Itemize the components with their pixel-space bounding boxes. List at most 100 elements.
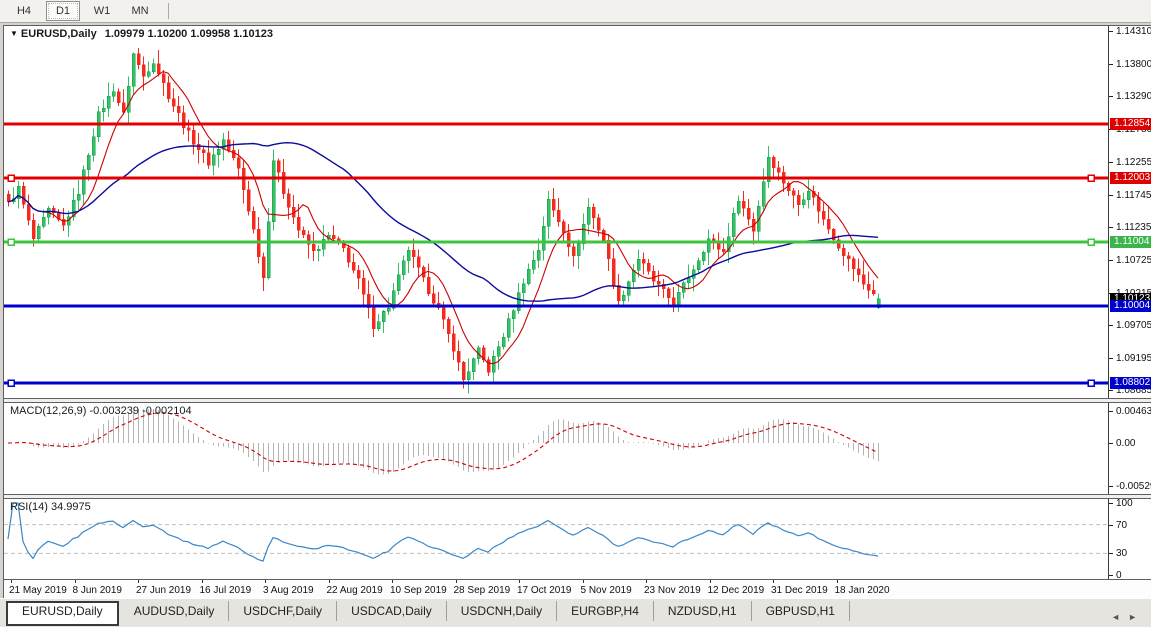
date-label: 27 Jun 2019 <box>136 585 192 596</box>
mt4-window: H4 D1 W1 MN ▼ EURUSD,Daily 1.09979 1.10200 1.… <box>0 0 1151 627</box>
price-tick-label: 1.13800 <box>1116 59 1151 70</box>
macd-axis-label: 0.00463 <box>1116 406 1151 417</box>
tab-scroll-arrows: ◄► <box>1111 612 1145 622</box>
price-axis[interactable]: 1.143101.138001.132901.127801.122551.117… <box>1108 26 1151 398</box>
macd-axis[interactable]: 0.00463 0.00 -0.00529 <box>1108 403 1151 494</box>
date-label: 12 Dec 2019 <box>707 585 765 596</box>
date-tick-mark <box>646 580 647 583</box>
axis-tick-mark <box>1109 553 1113 554</box>
axis-tick-mark <box>1109 575 1113 576</box>
timeframe-button-h4[interactable]: H4 <box>8 2 40 20</box>
chart-tab-nzdusd-h1[interactable]: NZDUSD,H1 <box>654 601 752 621</box>
date-label: 28 Sep 2019 <box>453 585 511 596</box>
rsi-axis-label: 70 <box>1116 520 1128 531</box>
chart-tabs-bar: EURUSD,Daily AUDUSD,Daily USDCHF,Daily USDC… <box>0 598 1151 627</box>
axis-tick-mark <box>1109 96 1113 97</box>
rsi-pane[interactable]: RSI(14) 34.9975 <box>4 499 1108 579</box>
date-label: 8 Jun 2019 <box>72 585 123 596</box>
timeframe-button-d1[interactable]: D1 <box>46 1 80 21</box>
chart-tab-usdchf-daily[interactable]: USDCHF,Daily <box>229 601 338 621</box>
date-tick-mark <box>11 580 12 583</box>
axis-tick-mark <box>1109 503 1113 504</box>
macd-axis-label: 0.00 <box>1116 438 1136 449</box>
date-label: 22 Aug 2019 <box>326 585 383 596</box>
axis-tick-mark <box>1109 31 1113 32</box>
rsi-chart[interactable] <box>4 499 1108 579</box>
toolbar-separator <box>168 3 169 19</box>
axis-tick-mark <box>1109 195 1113 196</box>
date-tick-mark <box>773 580 774 583</box>
timeframe-toolbar: H4 D1 W1 MN <box>0 0 1151 23</box>
price-tick-label: 1.12255 <box>1116 157 1151 168</box>
price-level-chip: 1.08802 <box>1110 377 1151 389</box>
chart-window: ▼ EURUSD,Daily 1.09979 1.10200 1.09958 1.1… <box>3 25 1151 603</box>
timeframe-button-w1[interactable]: W1 <box>86 2 118 20</box>
rsi-label: RSI(14) 34.9975 <box>10 501 91 513</box>
macd-row: MACD(12,26,9) -0.003239 -0.002104 0.0046… <box>4 403 1151 494</box>
price-tick-label: 1.11235 <box>1116 222 1151 233</box>
axis-tick-mark <box>1109 325 1113 326</box>
macd-label: MACD(12,26,9) -0.003239 -0.002104 <box>10 405 192 417</box>
axis-tick-mark <box>1109 390 1113 391</box>
date-tick-mark <box>519 580 520 583</box>
price-level-chip: 1.10004 <box>1110 300 1151 312</box>
date-label: 5 Nov 2019 <box>580 585 632 596</box>
price-tick-label: 1.11745 <box>1116 190 1151 201</box>
chart-tab-eurgbp-h4[interactable]: EURGBP,H4 <box>557 601 654 621</box>
axis-tick-mark <box>1109 411 1113 412</box>
timeframe-button-mn[interactable]: MN <box>124 2 156 20</box>
macd-pane[interactable]: MACD(12,26,9) -0.003239 -0.002104 <box>4 403 1108 494</box>
tab-scroll-right-icon[interactable]: ► <box>1128 612 1145 622</box>
candlestick-chart[interactable] <box>4 26 1108 398</box>
price-tick-label: 1.13290 <box>1116 91 1151 102</box>
price-tick-label: 1.09705 <box>1116 320 1151 331</box>
rsi-axis-label: 100 <box>1116 499 1133 509</box>
date-label: 31 Dec 2019 <box>771 585 828 596</box>
price-chart-row: ▼ EURUSD,Daily 1.09979 1.10200 1.09958 1.1… <box>4 26 1151 398</box>
date-tick-mark <box>709 580 711 583</box>
rsi-row: RSI(14) 34.9975 100 70 30 0 <box>4 499 1151 579</box>
date-tick-mark <box>74 580 76 583</box>
chart-tab-gbpusd-h1[interactable]: GBPUSD,H1 <box>752 601 850 621</box>
tab-scroll-left-icon[interactable]: ◄ <box>1111 612 1128 622</box>
date-tick-mark <box>455 580 457 583</box>
date-tick-mark <box>201 580 203 583</box>
chart-tab-usdcad-daily[interactable]: USDCAD,Daily <box>337 601 447 621</box>
axis-tick-mark <box>1109 525 1113 526</box>
chart-tab-audusd-daily[interactable]: AUDUSD,Daily <box>120 601 230 621</box>
price-level-chip: 1.12003 <box>1110 172 1151 184</box>
price-tick-label: 1.14310 <box>1116 26 1151 37</box>
date-tick-mark <box>265 580 266 583</box>
collapse-indicator-icon[interactable]: ▼ <box>10 29 18 38</box>
date-label: 23 Nov 2019 <box>644 585 701 596</box>
price-tick-label: 1.09195 <box>1116 353 1151 364</box>
chart-tab-usdcnh-daily[interactable]: USDCNH,Daily <box>447 601 558 621</box>
date-label: 3 Aug 2019 <box>263 585 314 596</box>
chart-symbol-label: EURUSD,Daily <box>20 28 97 40</box>
chart-ohlc-values: 1.09979 1.10200 1.09958 1.10123 <box>104 28 273 40</box>
axis-tick-mark <box>1109 260 1113 261</box>
axis-tick-mark <box>1109 162 1113 163</box>
date-label: 21 May 2019 <box>9 585 67 596</box>
rsi-axis-label: 30 <box>1116 548 1128 559</box>
axis-tick-mark <box>1109 227 1113 228</box>
rsi-axis-label: 0 <box>1116 570 1122 579</box>
axis-tick-mark <box>1109 64 1113 65</box>
date-tick-mark <box>582 580 584 583</box>
rsi-axis[interactable]: 100 70 30 0 <box>1108 499 1151 579</box>
date-tick-mark <box>392 580 393 583</box>
date-label: 17 Oct 2019 <box>517 585 572 596</box>
date-label: 10 Sep 2019 <box>390 585 447 596</box>
date-tick-mark <box>328 580 330 583</box>
chart-tab-eurusd-daily[interactable]: EURUSD,Daily <box>6 601 119 626</box>
price-level-chip: 1.11004 <box>1110 236 1151 248</box>
price-level-chip: 1.12854 <box>1110 118 1151 130</box>
date-tick-mark <box>138 580 139 583</box>
price-tick-label: 1.10725 <box>1116 255 1151 266</box>
date-label: 16 Jul 2019 <box>199 585 252 596</box>
price-chart-pane[interactable]: ▼ EURUSD,Daily 1.09979 1.10200 1.09958 1.1… <box>4 26 1108 398</box>
axis-tick-mark <box>1109 358 1113 359</box>
axis-tick-mark <box>1109 443 1113 444</box>
date-tick-mark <box>836 580 838 583</box>
chart-title: ▼ EURUSD,Daily 1.09979 1.10200 1.09958 1.1… <box>10 28 273 40</box>
